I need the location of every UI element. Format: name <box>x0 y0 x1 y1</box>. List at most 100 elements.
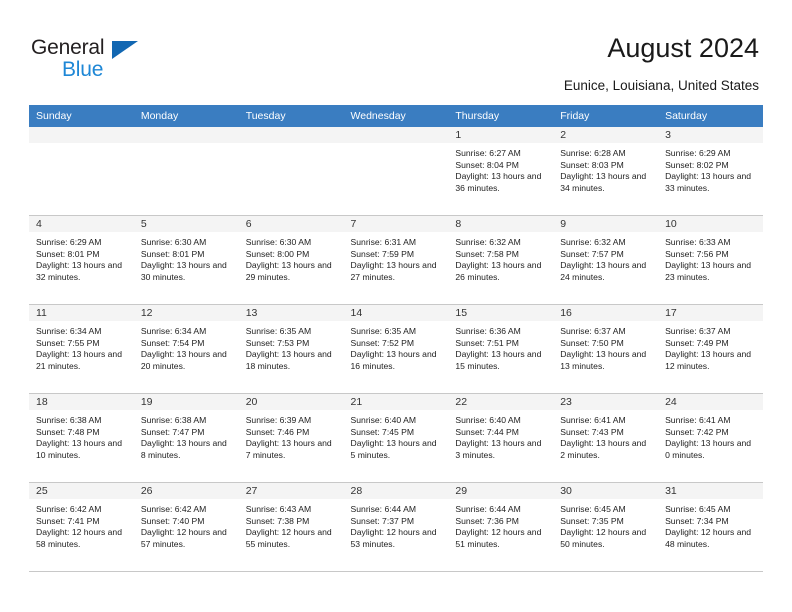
calendar-day-cell[interactable]: 7 Sunrise: 6:31 AM Sunset: 7:59 PM Daylight… <box>343 215 449 305</box>
calendar-day-cell[interactable]: 16 Sunrise: 6:37 AM Sunset: 7:50 PM Dayligh… <box>553 304 659 394</box>
sunset-text: Sunset: 7:57 PM <box>560 248 624 259</box>
calendar-day-cell[interactable]: 30 Sunrise: 6:45 AM Sunset: 7:35 PM Dayligh… <box>553 482 659 572</box>
calendar-cell-empty <box>238 127 344 216</box>
day-details: Sunrise: 6:36 AM Sunset: 7:51 PM Daylight:… <box>448 321 553 372</box>
calendar-body: 1 Sunrise: 6:27 AM Sunset: 8:04 PM Daylight… <box>29 127 763 572</box>
calendar-day-cell[interactable]: 1 Sunrise: 6:27 AM Sunset: 8:04 PM Daylight… <box>448 127 554 216</box>
day-number: 31 <box>658 483 763 499</box>
calendar-day-cell[interactable]: 18 Sunrise: 6:38 AM Sunset: 7:48 PM Dayligh… <box>29 393 134 483</box>
calendar-day-cell[interactable]: 29 Sunrise: 6:44 AM Sunset: 7:36 PM Dayligh… <box>448 482 554 572</box>
sunrise-text: Sunrise: 6:35 AM <box>245 326 312 336</box>
sunset-text: Sunset: 7:58 PM <box>455 248 519 259</box>
sunset-text: Sunset: 7:35 PM <box>560 515 624 526</box>
calendar-day-cell[interactable]: 25 Sunrise: 6:42 AM Sunset: 7:41 PM Dayligh… <box>29 482 134 572</box>
daylight-text: Daylight: 13 hours and 26 minutes. <box>455 260 542 282</box>
day-details: Sunrise: 6:44 AM Sunset: 7:36 PM Daylight:… <box>448 499 553 550</box>
calendar-day-cell[interactable]: 17 Sunrise: 6:37 AM Sunset: 7:49 PM Dayligh… <box>658 304 763 394</box>
sunset-text: Sunset: 7:36 PM <box>455 515 519 526</box>
calendar-day-cell[interactable]: 12 Sunrise: 6:34 AM Sunset: 7:54 PM Dayligh… <box>133 304 239 394</box>
sunset-text: Sunset: 7:41 PM <box>36 515 100 526</box>
calendar-day-cell[interactable]: 3 Sunrise: 6:29 AM Sunset: 8:02 PM Daylight… <box>658 127 763 216</box>
calendar-day-cell[interactable]: 27 Sunrise: 6:43 AM Sunset: 7:38 PM Dayligh… <box>238 482 344 572</box>
sunset-text: Sunset: 7:51 PM <box>455 337 519 348</box>
calendar-day-cell[interactable]: 2 Sunrise: 6:28 AM Sunset: 8:03 PM Daylight… <box>553 127 659 216</box>
sunrise-text: Sunrise: 6:37 AM <box>560 326 626 336</box>
day-number: 12 <box>133 305 239 321</box>
calendar-day-cell[interactable]: 5 Sunrise: 6:30 AM Sunset: 8:01 PM Daylight… <box>133 215 239 305</box>
calendar-day-cell[interactable]: 14 Sunrise: 6:35 AM Sunset: 7:52 PM Dayligh… <box>343 304 449 394</box>
calendar-day-cell[interactable]: 23 Sunrise: 6:41 AM Sunset: 7:43 PM Dayligh… <box>553 393 659 483</box>
sunset-text: Sunset: 7:59 PM <box>350 248 415 259</box>
daylight-text: Daylight: 13 hours and 23 minutes. <box>665 260 752 282</box>
daylight-text: Daylight: 12 hours and 58 minutes. <box>36 527 122 549</box>
sunrise-text: Sunrise: 6:32 AM <box>560 237 626 247</box>
sunrise-text: Sunrise: 6:45 AM <box>665 504 731 514</box>
daylight-text: Daylight: 13 hours and 33 minutes. <box>665 171 752 193</box>
sunset-text: Sunset: 7:53 PM <box>245 337 310 348</box>
page-subtitle: Eunice, Louisiana, United States <box>563 78 759 93</box>
calendar-day-cell[interactable]: 19 Sunrise: 6:38 AM Sunset: 7:47 PM Dayligh… <box>133 393 239 483</box>
daylight-text: Daylight: 13 hours and 8 minutes. <box>140 438 227 460</box>
sunrise-text: Sunrise: 6:31 AM <box>350 237 416 247</box>
day-details: Sunrise: 6:35 AM Sunset: 7:53 PM Daylight:… <box>239 321 344 372</box>
weekday-header-saturday: Saturday <box>658 105 763 127</box>
day-number: 2 <box>553 127 659 143</box>
day-number: 22 <box>448 394 554 410</box>
weekday-header-monday: Monday <box>133 105 239 127</box>
day-details: Sunrise: 6:42 AM Sunset: 7:40 PM Daylight:… <box>134 499 239 550</box>
sunrise-text: Sunrise: 6:30 AM <box>245 237 312 247</box>
sunset-text: Sunset: 7:54 PM <box>140 337 205 348</box>
day-details: Sunrise: 6:35 AM Sunset: 7:52 PM Daylight:… <box>344 321 449 372</box>
calendar-day-cell[interactable]: 15 Sunrise: 6:36 AM Sunset: 7:51 PM Dayligh… <box>448 304 554 394</box>
brand-logo[interactable]: General Blue <box>31 36 211 86</box>
weekday-header-wednesday: Wednesday <box>343 105 449 127</box>
sunrise-text: Sunrise: 6:44 AM <box>455 504 521 514</box>
calendar-day-cell[interactable]: 21 Sunrise: 6:40 AM Sunset: 7:45 PM Dayligh… <box>343 393 449 483</box>
day-number: 27 <box>238 483 344 499</box>
sunrise-text: Sunrise: 6:45 AM <box>560 504 626 514</box>
day-number: 14 <box>343 305 449 321</box>
day-details: Sunrise: 6:44 AM Sunset: 7:37 PM Daylight:… <box>344 499 449 550</box>
sunset-text: Sunset: 7:52 PM <box>350 337 415 348</box>
day-details: Sunrise: 6:32 AM Sunset: 7:58 PM Daylight:… <box>448 232 553 283</box>
sunrise-text: Sunrise: 6:37 AM <box>665 326 731 336</box>
sunset-text: Sunset: 7:48 PM <box>36 426 100 437</box>
calendar-day-cell[interactable]: 4 Sunrise: 6:29 AM Sunset: 8:01 PM Daylight… <box>29 215 134 305</box>
daylight-text: Daylight: 13 hours and 13 minutes. <box>560 349 647 371</box>
day-number: 7 <box>343 216 449 232</box>
calendar-day-cell[interactable]: 31 Sunrise: 6:45 AM Sunset: 7:34 PM Dayligh… <box>658 482 763 572</box>
calendar-day-cell[interactable]: 26 Sunrise: 6:42 AM Sunset: 7:40 PM Dayligh… <box>133 482 239 572</box>
calendar-day-cell[interactable]: 24 Sunrise: 6:41 AM Sunset: 7:42 PM Dayligh… <box>658 393 763 483</box>
calendar-head: Sunday Monday Tuesday Wednesday Thursday… <box>29 105 763 127</box>
calendar-day-cell[interactable]: 11 Sunrise: 6:34 AM Sunset: 7:55 PM Dayligh… <box>29 304 134 394</box>
calendar-day-cell[interactable]: 22 Sunrise: 6:40 AM Sunset: 7:44 PM Dayligh… <box>448 393 554 483</box>
daylight-text: Daylight: 13 hours and 32 minutes. <box>36 260 122 282</box>
calendar-day-cell[interactable]: 20 Sunrise: 6:39 AM Sunset: 7:46 PM Dayligh… <box>238 393 344 483</box>
sunrise-text: Sunrise: 6:32 AM <box>455 237 521 247</box>
sunset-text: Sunset: 7:40 PM <box>140 515 205 526</box>
sunset-text: Sunset: 8:00 PM <box>245 248 310 259</box>
day-number: 28 <box>343 483 449 499</box>
calendar-day-cell[interactable]: 13 Sunrise: 6:35 AM Sunset: 7:53 PM Dayligh… <box>238 304 344 394</box>
calendar-day-cell[interactable]: 9 Sunrise: 6:32 AM Sunset: 7:57 PM Daylight… <box>553 215 659 305</box>
day-details: Sunrise: 6:28 AM Sunset: 8:03 PM Daylight:… <box>553 143 658 194</box>
calendar-day-cell[interactable]: 10 Sunrise: 6:33 AM Sunset: 7:56 PM Dayligh… <box>658 215 763 305</box>
day-details: Sunrise: 6:40 AM Sunset: 7:44 PM Daylight:… <box>448 410 553 461</box>
calendar-day-cell[interactable]: 28 Sunrise: 6:44 AM Sunset: 7:37 PM Dayligh… <box>343 482 449 572</box>
sunrise-text: Sunrise: 6:34 AM <box>140 326 207 336</box>
calendar-week-row: 11 Sunrise: 6:34 AM Sunset: 7:55 PM Dayligh… <box>29 304 763 394</box>
day-number <box>343 127 449 143</box>
sunset-text: Sunset: 7:50 PM <box>560 337 624 348</box>
sunrise-text: Sunrise: 6:39 AM <box>245 415 312 425</box>
daylight-text: Daylight: 12 hours and 51 minutes. <box>455 527 542 549</box>
day-number: 11 <box>29 305 134 321</box>
day-details: Sunrise: 6:32 AM Sunset: 7:57 PM Daylight:… <box>553 232 658 283</box>
sunrise-text: Sunrise: 6:40 AM <box>455 415 521 425</box>
sunrise-text: Sunrise: 6:43 AM <box>245 504 312 514</box>
calendar-day-cell[interactable]: 6 Sunrise: 6:30 AM Sunset: 8:00 PM Daylight… <box>238 215 344 305</box>
daylight-text: Daylight: 12 hours and 57 minutes. <box>140 527 227 549</box>
day-number: 3 <box>658 127 763 143</box>
calendar-day-cell[interactable]: 8 Sunrise: 6:32 AM Sunset: 7:58 PM Daylight… <box>448 215 554 305</box>
sunrise-text: Sunrise: 6:29 AM <box>36 237 102 247</box>
weekday-header-thursday: Thursday <box>448 105 554 127</box>
